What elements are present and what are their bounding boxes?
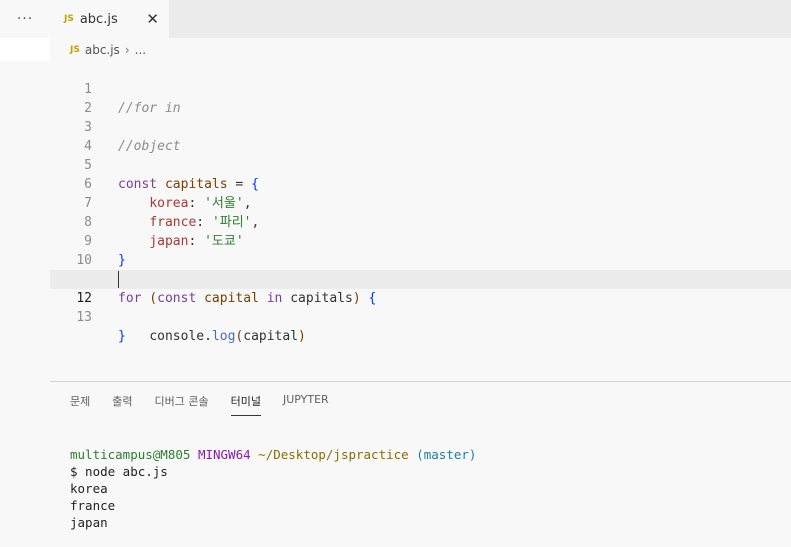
terminal-output-line: korea [70, 481, 108, 496]
code-line: 1 //for in [50, 61, 791, 116]
tab-abc-js[interactable]: JS abc.js ✕ [50, 0, 169, 38]
terminal-command: $ node abc.js [70, 464, 168, 479]
terminal-output-line: japan [70, 515, 108, 530]
tab-terminal[interactable]: 터미널 [230, 393, 261, 416]
argument: capital [243, 329, 299, 344]
object: console [149, 329, 205, 344]
line-number: 13 [76, 310, 92, 325]
close-icon[interactable]: ✕ [146, 10, 159, 28]
code-line: 7 france: '파리', [50, 175, 791, 230]
more-actions-icon[interactable]: ··· [0, 0, 50, 38]
function: log [211, 329, 236, 344]
terminal-output[interactable]: multicampus@M805 MINGW64 ~/Desktop/jspra… [70, 446, 476, 531]
code-line: 2 [50, 80, 791, 116]
gutter-breadcrumb-spacer [0, 38, 50, 61]
prompt-host: MINGW64 [197, 447, 251, 462]
prompt-branch: (master) [416, 447, 477, 462]
terminal-output-line: france [70, 498, 116, 513]
code-line: 6 korea: '서울', [50, 156, 791, 211]
tab-output[interactable]: 출력 [112, 393, 132, 416]
breadcrumb-file[interactable]: abc.js [85, 43, 120, 57]
code-line: 4 [50, 118, 791, 154]
tab-jupyter[interactable]: JUPYTER [283, 393, 329, 416]
tab-filename: abc.js [79, 11, 118, 27]
code-line: 5 const capitals = { [50, 137, 791, 192]
code-line: 8 japan: '도쿄' [50, 194, 791, 249]
code-line: 3 //object [50, 99, 791, 154]
tab-problems[interactable]: 문제 [70, 393, 90, 416]
code-line: 9 } [50, 213, 791, 268]
breadcrumb: JS abc.js › ... [50, 38, 791, 61]
code-line: 11 for (const capital in capitals) { [50, 251, 791, 306]
code-editor[interactable]: 1 //for in 2 3 //object 4 5 const capita… [50, 61, 791, 381]
prompt-path: ~/Desktop/jspractice [258, 447, 409, 462]
javascript-file-icon: JS [70, 44, 80, 55]
javascript-file-icon: JS [64, 14, 74, 24]
editor-tab-bar: JS abc.js ✕ [50, 0, 791, 38]
code-line: 13 } [50, 289, 791, 344]
terminal-prompt: multicampus@M805 MINGW64 ~/Desktop/jspra… [70, 446, 476, 463]
tab-debug-console[interactable]: 디버그 콘솔 [155, 393, 209, 416]
code-line: 10 [50, 232, 791, 268]
brace: } [118, 329, 126, 344]
dot: . [204, 329, 212, 344]
prompt-user: multicampus@M805 [70, 447, 191, 462]
bottom-panel: 문제 출력 디버그 콘솔 터미널 JUPYTER multicampus@M80… [50, 381, 791, 547]
paren: ) [298, 329, 306, 344]
chevron-right-icon: › [124, 42, 130, 57]
left-gutter: ··· [0, 0, 50, 546]
panel-tabs: 문제 출력 디버그 콘솔 터미널 JUPYTER [70, 393, 351, 416]
breadcrumb-symbols[interactable]: ... [135, 43, 146, 57]
code-text: console.log(capital) [118, 327, 306, 346]
text-cursor [118, 271, 119, 288]
code-line-current: 12 console.log(capital) [50, 270, 791, 344]
